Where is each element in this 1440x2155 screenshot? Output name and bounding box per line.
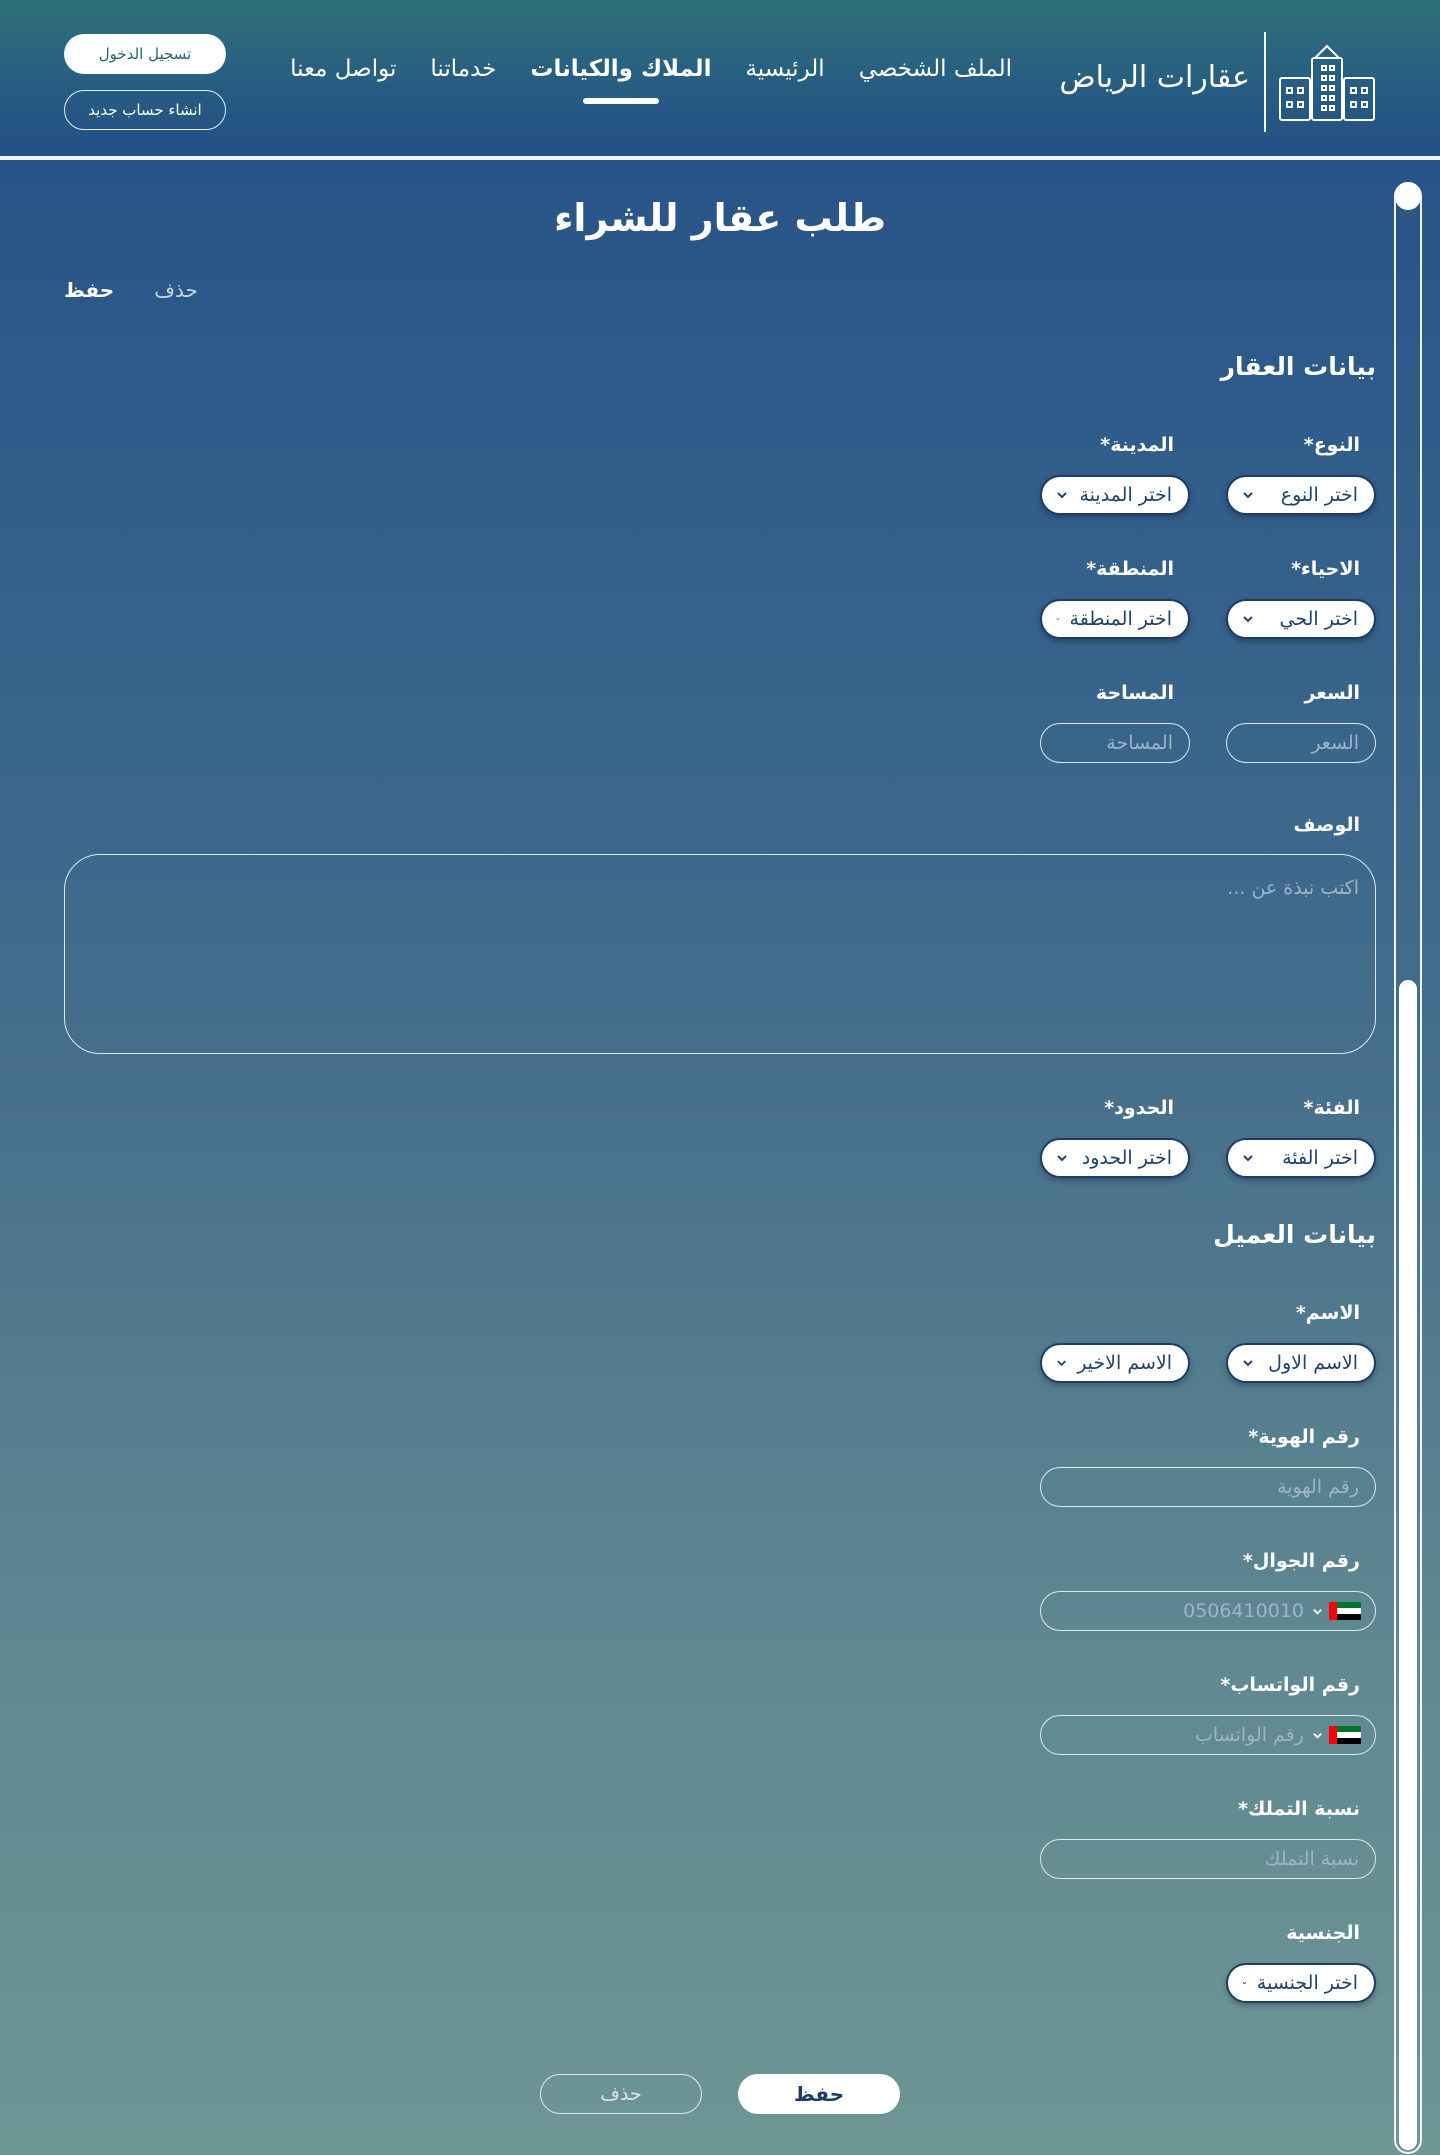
- borders-select-value: اختر الحدود: [1081, 1147, 1172, 1169]
- id-label: رقم الهوية*: [1248, 1426, 1360, 1448]
- brand-name[interactable]: عقارات الرياض: [1059, 60, 1250, 95]
- main-nav: الملف الشخصي الرئيسية الملاك والكيانات خ…: [290, 56, 1012, 82]
- chevron-down-icon: [1057, 492, 1067, 499]
- ownership-label: نسبة التملك*: [1238, 1798, 1360, 1820]
- type-select-value: اختر النوع: [1280, 484, 1358, 506]
- mobile-input[interactable]: [1055, 1600, 1304, 1622]
- last-name-value: الاسم الاخير: [1077, 1352, 1172, 1374]
- category-select[interactable]: اختر الفئة: [1226, 1138, 1376, 1178]
- region-select-value: اختر المنطقة: [1069, 608, 1172, 630]
- whatsapp-field[interactable]: [1040, 1715, 1376, 1755]
- name-label: الاسم*: [1295, 1302, 1360, 1324]
- site-header: عقارات الرياض الملف الشخصي الرئيسية المل…: [0, 0, 1440, 160]
- type-select[interactable]: اختر النوع: [1226, 475, 1376, 515]
- description-textarea[interactable]: [64, 854, 1376, 1054]
- borders-select[interactable]: اختر الحدود: [1040, 1138, 1190, 1178]
- region-select[interactable]: اختر المنطقة: [1040, 599, 1190, 639]
- last-name-select[interactable]: الاسم الاخير: [1040, 1343, 1190, 1383]
- mobile-label: رقم الجوال*: [1242, 1550, 1360, 1572]
- city-select[interactable]: اختر المدينة: [1040, 475, 1190, 515]
- login-button[interactable]: تسجيل الدخول: [64, 34, 226, 74]
- chevron-down-icon[interactable]: [1312, 1730, 1323, 1741]
- category-label: الفئة*: [1303, 1097, 1360, 1119]
- category-select-value: اختر الفئة: [1282, 1147, 1358, 1169]
- page-title: طلب عقار للشراء: [554, 196, 886, 240]
- area-label: المساحة: [1095, 682, 1174, 704]
- chevron-down-icon: [1057, 1155, 1067, 1162]
- buildings-logo-icon[interactable]: [1278, 44, 1378, 122]
- chevron-down-icon: [1057, 1360, 1066, 1367]
- city-select-value: اختر المدينة: [1079, 484, 1172, 506]
- nationality-select[interactable]: اختر الجنسية: [1226, 1963, 1376, 2003]
- price-label: السعر: [1304, 682, 1360, 704]
- borders-label: الحدود*: [1104, 1097, 1174, 1119]
- nationality-select-value: اختر الجنسية: [1256, 1972, 1358, 1994]
- register-button[interactable]: انشاء حساب جديد: [64, 90, 226, 130]
- district-select-value: اختر الحي: [1279, 608, 1358, 630]
- district-select[interactable]: اختر الحي: [1226, 599, 1376, 639]
- nav-item-contact[interactable]: تواصل معنا: [290, 56, 396, 82]
- nav-item-owners[interactable]: الملاك والكيانات: [530, 56, 711, 82]
- property-section-title: بيانات العقار: [1220, 352, 1376, 381]
- chevron-down-icon: [1243, 492, 1253, 499]
- top-delete-button[interactable]: حذف: [154, 278, 198, 302]
- chevron-down-icon: [1242, 1981, 1247, 1985]
- chevron-down-icon: [1243, 1155, 1253, 1162]
- description-label: الوصف: [1293, 814, 1360, 836]
- region-label: المنطقة*: [1086, 558, 1174, 580]
- bottom-save-button[interactable]: حفظ: [738, 2074, 900, 2114]
- type-label: النوع*: [1303, 434, 1360, 456]
- mobile-field[interactable]: [1040, 1591, 1376, 1631]
- uae-flag-icon[interactable]: [1329, 1602, 1361, 1620]
- client-section-title: بيانات العميل: [1213, 1220, 1376, 1249]
- scrollbar-thumb[interactable]: [1399, 980, 1417, 2150]
- top-actions: حفظ حذف: [64, 278, 198, 302]
- scrollbar-top-knob[interactable]: [1395, 182, 1421, 210]
- nav-item-profile[interactable]: الملف الشخصي: [859, 56, 1012, 82]
- bottom-delete-button[interactable]: حذف: [540, 2074, 702, 2114]
- chevron-down-icon: [1243, 616, 1253, 623]
- id-input[interactable]: [1040, 1467, 1376, 1507]
- area-input[interactable]: [1040, 723, 1190, 763]
- whatsapp-label: رقم الواتساب*: [1220, 1674, 1360, 1696]
- chevron-down-icon: [1056, 618, 1060, 621]
- whatsapp-input[interactable]: [1055, 1724, 1304, 1746]
- logo-divider: [1264, 32, 1266, 132]
- price-input[interactable]: [1226, 723, 1376, 763]
- nav-item-services[interactable]: خدماتنا: [430, 56, 496, 82]
- chevron-down-icon: [1243, 1360, 1253, 1367]
- nationality-label: الجنسية: [1286, 1922, 1360, 1944]
- ownership-input[interactable]: [1040, 1839, 1376, 1879]
- uae-flag-icon[interactable]: [1329, 1726, 1361, 1744]
- chevron-down-icon[interactable]: [1312, 1606, 1323, 1617]
- top-save-button[interactable]: حفظ: [64, 278, 114, 302]
- nav-item-home[interactable]: الرئيسية: [745, 56, 824, 82]
- first-name-value: الاسم الاول: [1268, 1352, 1358, 1374]
- city-label: المدينة*: [1100, 434, 1174, 456]
- district-label: الاحياء*: [1291, 558, 1360, 580]
- first-name-select[interactable]: الاسم الاول: [1226, 1343, 1376, 1383]
